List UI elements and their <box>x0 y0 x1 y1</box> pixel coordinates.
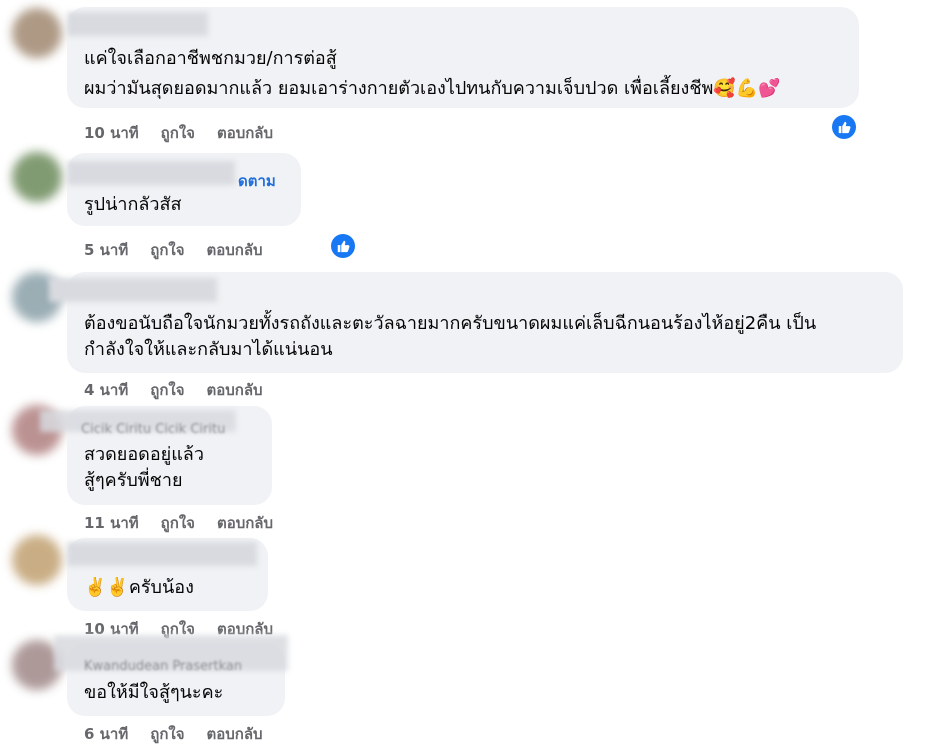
comment-actions: 5 นาที ถูกใจ ตอบกลับ <box>84 238 263 262</box>
comment-text-line-1: สวดยอดอยู่แล้ว <box>84 444 204 465</box>
reply-link[interactable]: ตอบกลับ <box>217 511 273 535</box>
comment-text-line-1: ✌️✌️ครับน้อง <box>84 577 194 598</box>
like-link[interactable]: ถูกใจ <box>150 378 184 402</box>
comment-bubble: ต้องขอนับถือใจนักมวยทั้งรถถังและตะวัลฉาย… <box>49 272 903 373</box>
reply-link[interactable]: ตอบกลับ <box>207 238 263 262</box>
avatar[interactable] <box>12 152 62 202</box>
timestamp[interactable]: 6 นาที <box>84 722 128 746</box>
commenter-name-blurred[interactable] <box>67 542 257 566</box>
emoji-group: 🥰💪💕 <box>713 78 781 99</box>
comment-text-line-1: รูปน่ากลัวสัส <box>84 194 182 215</box>
comment-text-line-2: ผมว่ามันสุดยอดมากแล้ว ยอมเอาร่างกายตัวเอ… <box>84 78 781 99</box>
comment-actions: 6 นาที ถูกใจ ตอบกลับ <box>84 722 263 746</box>
timestamp[interactable]: 10 นาที <box>84 121 139 145</box>
follow-link[interactable]: ดตาม <box>238 169 276 193</box>
comment-bubble: ✌️✌️ครับน้อง <box>67 538 268 611</box>
like-link[interactable]: ถูกใจ <box>150 238 184 262</box>
comment-text-line-1: ต้องขอนับถือใจนักมวยทั้งรถถังและตะวัลฉาย… <box>84 313 817 334</box>
avatar[interactable] <box>12 535 62 585</box>
comment-bubble: ดตาม รูปน่ากลัวสัส <box>67 153 301 226</box>
comment-text-line-2: กำลังใจให้และกลับมาได้แน่นอน <box>84 339 333 360</box>
timestamp[interactable]: 11 นาที <box>84 511 139 535</box>
timestamp[interactable]: 5 นาที <box>84 238 128 262</box>
thumbs-up-icon[interactable] <box>331 234 355 258</box>
commenter-name-ghost: Kwandudean Prasertkan <box>84 659 243 674</box>
reply-link[interactable]: ตอบกลับ <box>207 722 263 746</box>
commenter-name-blurred[interactable] <box>67 161 235 185</box>
like-link[interactable]: ถูกใจ <box>161 121 195 145</box>
like-link[interactable]: ถูกใจ <box>161 511 195 535</box>
comment-actions: 10 นาที ถูกใจ ตอบกลับ <box>84 121 273 145</box>
comment-bubble: Cicik Ciritu Cicik Ciritu สวดยอดอยู่แล้ว… <box>40 406 272 505</box>
comment-actions: 11 นาที ถูกใจ ตอบกลับ <box>84 511 273 535</box>
timestamp[interactable]: 4 นาที <box>84 378 128 402</box>
commenter-name-ghost: Cicik Ciritu Cicik Ciritu <box>81 422 226 437</box>
comment-bubble: แค่ใจเลือกอาชีพชกมวย/การต่อสู้ ผมว่ามันส… <box>67 7 859 108</box>
reply-link[interactable]: ตอบกลับ <box>217 121 273 145</box>
commenter-name-blurred[interactable] <box>49 278 217 302</box>
reply-link[interactable]: ตอบกลับ <box>207 378 263 402</box>
thumbs-up-icon[interactable] <box>832 115 856 139</box>
comment-text-line-1: แค่ใจเลือกอาชีพชกมวย/การต่อสู้ <box>84 48 337 69</box>
commenter-name-blurred[interactable] <box>67 12 208 36</box>
peace-sign-icon: ✌️✌️ <box>84 577 129 598</box>
comment-text-line-2: สู้ๆครับพี่ชาย <box>84 470 183 491</box>
avatar[interactable] <box>12 8 62 58</box>
comment-bubble: Kwandudean Prasertkan ขอให้มีใจสู้ๆนะคะ <box>54 635 288 716</box>
like-link[interactable]: ถูกใจ <box>150 722 184 746</box>
comment-text-line-1: ขอให้มีใจสู้ๆนะคะ <box>84 682 224 703</box>
comment-actions: 4 นาที ถูกใจ ตอบกลับ <box>84 378 263 402</box>
